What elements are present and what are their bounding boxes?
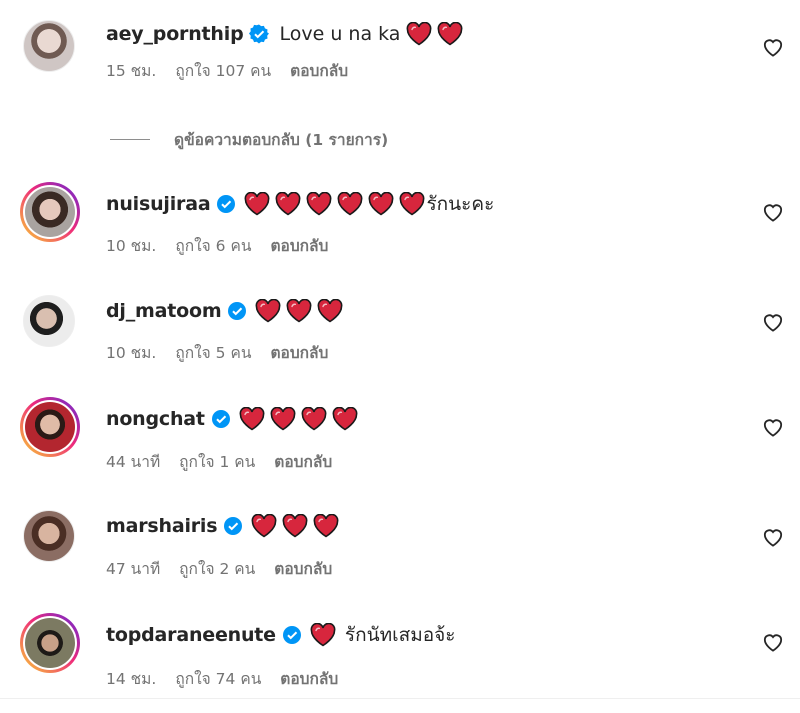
red-heart-emoji (317, 299, 348, 323)
comment-item: aey_pornthip Love u na ka 15 ชม. ถูกใจ 1… (0, 20, 800, 120)
verified-badge-icon (228, 302, 247, 320)
comment-text-body: รักนะคะ (426, 193, 495, 215)
like-count[interactable]: ถูกใจ 1 คน (179, 449, 255, 474)
divider (0, 698, 800, 699)
username[interactable]: nuisujiraa (106, 193, 211, 215)
red-heart-emoji (368, 192, 399, 216)
red-heart-emoji (306, 192, 337, 216)
red-heart-emoji (337, 192, 368, 216)
comment-time: 15 ชม. (106, 62, 157, 80)
comment-text: รักนัทเสมอจ้ะ (310, 620, 456, 650)
comment-text (251, 514, 344, 538)
red-heart-emoji (244, 192, 275, 216)
comment-text: Love u na ka (277, 22, 468, 46)
username[interactable]: marshairis (106, 515, 218, 537)
heart-emoji-group (255, 299, 348, 323)
divider (110, 139, 150, 140)
comment-time: 10 ชม. (106, 344, 157, 362)
avatar[interactable] (23, 295, 75, 347)
red-heart-emoji (275, 192, 306, 216)
heart-emoji-group (406, 22, 468, 46)
avatar[interactable] (20, 182, 80, 242)
comment-item: marshairis 47 นาที ถูกใจ 2 คน ตอบกลับ (0, 510, 800, 610)
heart-outline-icon[interactable] (762, 527, 784, 547)
like-count[interactable]: ถูกใจ 74 คน (175, 666, 261, 691)
view-replies-button[interactable]: ดูข้อความตอบกลับ (1 รายการ) (110, 127, 388, 152)
heart-outline-icon[interactable] (762, 202, 784, 222)
username[interactable]: aey_pornthip (106, 23, 244, 45)
avatar[interactable] (23, 510, 75, 562)
red-heart-emoji (251, 514, 282, 538)
like-count[interactable]: ถูกใจ 6 คน (175, 233, 251, 258)
red-heart-emoji (282, 514, 313, 538)
reply-button[interactable]: ตอบกลับ (270, 340, 328, 365)
red-heart-emoji (437, 22, 468, 46)
avatar[interactable] (23, 20, 75, 72)
heart-emoji-group (251, 514, 344, 538)
comment-text (255, 299, 348, 323)
reply-button[interactable]: ตอบกลับ (274, 449, 332, 474)
comment-time: 10 ชม. (106, 237, 157, 255)
verified-badge-icon (217, 195, 236, 213)
username[interactable]: topdaraneenute (106, 624, 276, 646)
heart-outline-icon[interactable] (762, 37, 784, 57)
username[interactable]: nongchat (106, 408, 205, 430)
reply-button[interactable]: ตอบกลับ (280, 666, 338, 691)
username[interactable]: dj_matoom (106, 300, 222, 322)
red-heart-emoji (270, 407, 301, 431)
red-heart-emoji (310, 623, 341, 647)
heart-outline-icon[interactable] (762, 312, 784, 332)
red-heart-emoji (313, 514, 344, 538)
reply-button[interactable]: ตอบกลับ (290, 58, 348, 83)
heart-outline-icon[interactable] (762, 632, 784, 652)
red-heart-emoji (301, 407, 332, 431)
reply-button[interactable]: ตอบกลับ (270, 233, 328, 258)
avatar[interactable] (20, 397, 80, 457)
verified-badge-icon (211, 410, 230, 428)
like-count[interactable]: ถูกใจ 5 คน (175, 340, 251, 365)
comment-time: 44 นาที (106, 453, 161, 471)
heart-emoji-group (239, 407, 363, 431)
avatar[interactable] (20, 613, 80, 673)
verified-badge-icon (224, 517, 243, 535)
reply-button[interactable]: ตอบกลับ (274, 556, 332, 581)
comment-item: nongchat 44 นาที ถูกใจ 1 คน ตอบกลับ (0, 397, 800, 497)
red-heart-emoji (332, 407, 363, 431)
comment-time: 14 ชม. (106, 670, 157, 688)
comment-time: 47 นาที (106, 560, 161, 578)
verified-badge-icon (282, 626, 301, 644)
heart-emoji-group (310, 623, 341, 647)
red-heart-emoji (406, 22, 437, 46)
verified-badge-icon (249, 24, 270, 44)
like-count[interactable]: ถูกใจ 2 คน (179, 556, 255, 581)
red-heart-emoji (286, 299, 317, 323)
red-heart-emoji (239, 407, 270, 431)
like-count[interactable]: ถูกใจ 107 คน (175, 58, 271, 83)
view-replies-label: ดูข้อความตอบกลับ (1 รายการ) (174, 131, 389, 149)
heart-emoji-group (244, 192, 430, 216)
heart-outline-icon[interactable] (762, 417, 784, 437)
red-heart-emoji (255, 299, 286, 323)
comment-text-body: Love u na ka (279, 23, 401, 45)
comment-text (239, 407, 363, 431)
comment-text-body: รักนัทเสมอจ้ะ (344, 624, 456, 646)
comment-text: รักนะคะ (244, 189, 494, 219)
comment-item: nuisujiraa รักนะคะ 10 ชม. ถูกใจ 6 คน ตอบ… (0, 182, 800, 282)
comment-item: dj_matoom 10 ชม. ถูกใจ 5 คน ตอบกลับ (0, 295, 800, 395)
